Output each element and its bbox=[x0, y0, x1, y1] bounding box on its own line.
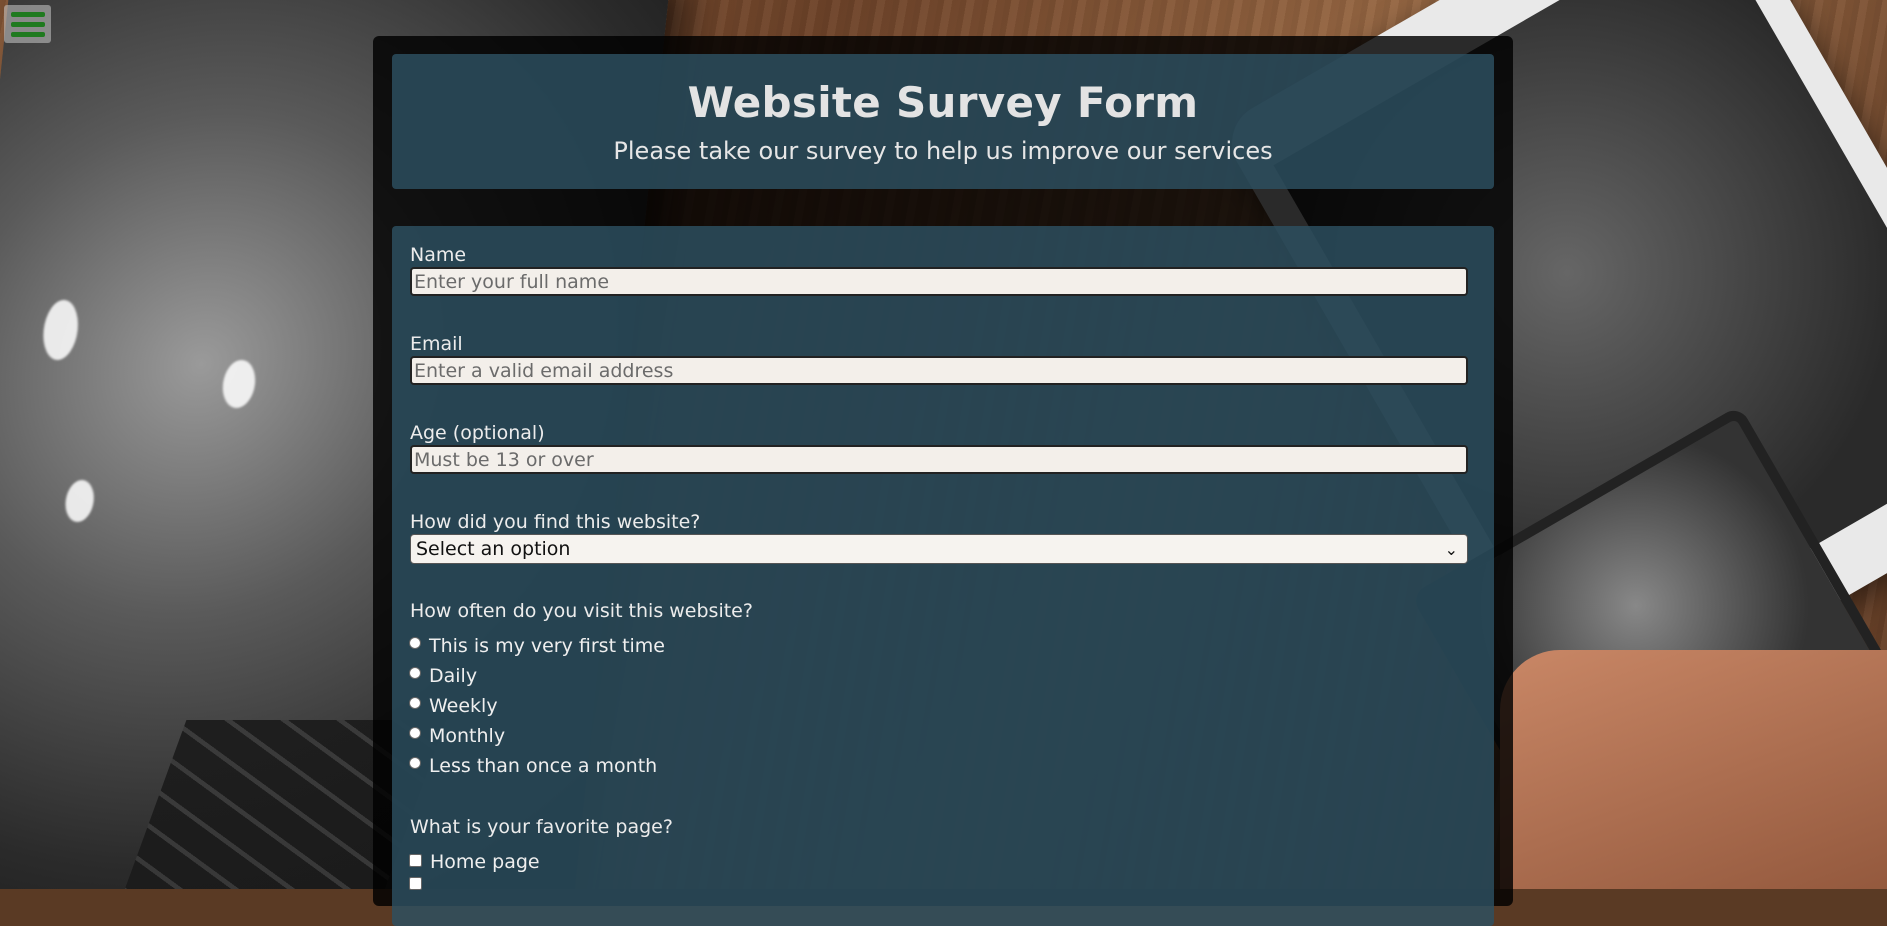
radio-button[interactable] bbox=[409, 637, 421, 649]
menu-line bbox=[10, 11, 45, 17]
radio-option-label: Monthly bbox=[429, 725, 506, 747]
page-title: Website Survey Form bbox=[687, 78, 1199, 127]
age-label: Age (optional) bbox=[410, 422, 545, 444]
checkbox-option-label: Home page bbox=[430, 851, 540, 873]
radio-button[interactable] bbox=[409, 697, 421, 709]
radio-option-label: Daily bbox=[429, 665, 478, 687]
name-label: Name bbox=[410, 244, 467, 266]
favorite-label: What is your favorite page? bbox=[410, 816, 673, 838]
email-label: Email bbox=[410, 333, 463, 355]
radio-option-label: This is my very first time bbox=[429, 635, 665, 657]
page-subtitle: Please take our survey to help us improv… bbox=[613, 137, 1273, 165]
email-input[interactable] bbox=[410, 356, 1468, 385]
radio-option[interactable]: Less than once a month bbox=[409, 755, 657, 777]
radio-option[interactable]: Monthly bbox=[409, 725, 505, 747]
radio-option[interactable]: Weekly bbox=[409, 695, 498, 717]
radio-option-label: Less than once a month bbox=[429, 755, 658, 777]
radio-button[interactable] bbox=[409, 667, 421, 679]
frequency-label: How often do you visit this website? bbox=[410, 600, 753, 622]
hamburger-menu-button[interactable] bbox=[4, 5, 51, 43]
radio-option-label: Weekly bbox=[429, 695, 498, 717]
survey-container: Website Survey Form Please take our surv… bbox=[373, 36, 1513, 926]
hand-image bbox=[1500, 650, 1887, 889]
radio-option[interactable]: This is my very first time bbox=[409, 635, 665, 657]
radio-option[interactable]: Daily bbox=[409, 665, 477, 687]
checkbox-option[interactable]: Home page bbox=[409, 851, 540, 873]
checkbox[interactable] bbox=[409, 853, 422, 867]
radio-button[interactable] bbox=[409, 727, 421, 739]
survey-header: Website Survey Form Please take our surv… bbox=[392, 54, 1494, 189]
radio-button[interactable] bbox=[409, 757, 421, 769]
source-label: How did you find this website? bbox=[410, 511, 701, 533]
checkbox[interactable] bbox=[409, 877, 422, 890]
source-selected-value: Select an option bbox=[416, 538, 571, 560]
age-input[interactable] bbox=[410, 445, 1468, 474]
chevron-down-icon: ⌄ bbox=[1444, 539, 1458, 559]
name-input[interactable] bbox=[410, 267, 1468, 296]
source-dropdown[interactable]: Select an option ⌄ bbox=[410, 534, 1468, 564]
menu-line bbox=[10, 21, 45, 27]
menu-line bbox=[10, 31, 45, 37]
survey-form: Name Email Age (optional) How did you fi… bbox=[392, 226, 1494, 926]
